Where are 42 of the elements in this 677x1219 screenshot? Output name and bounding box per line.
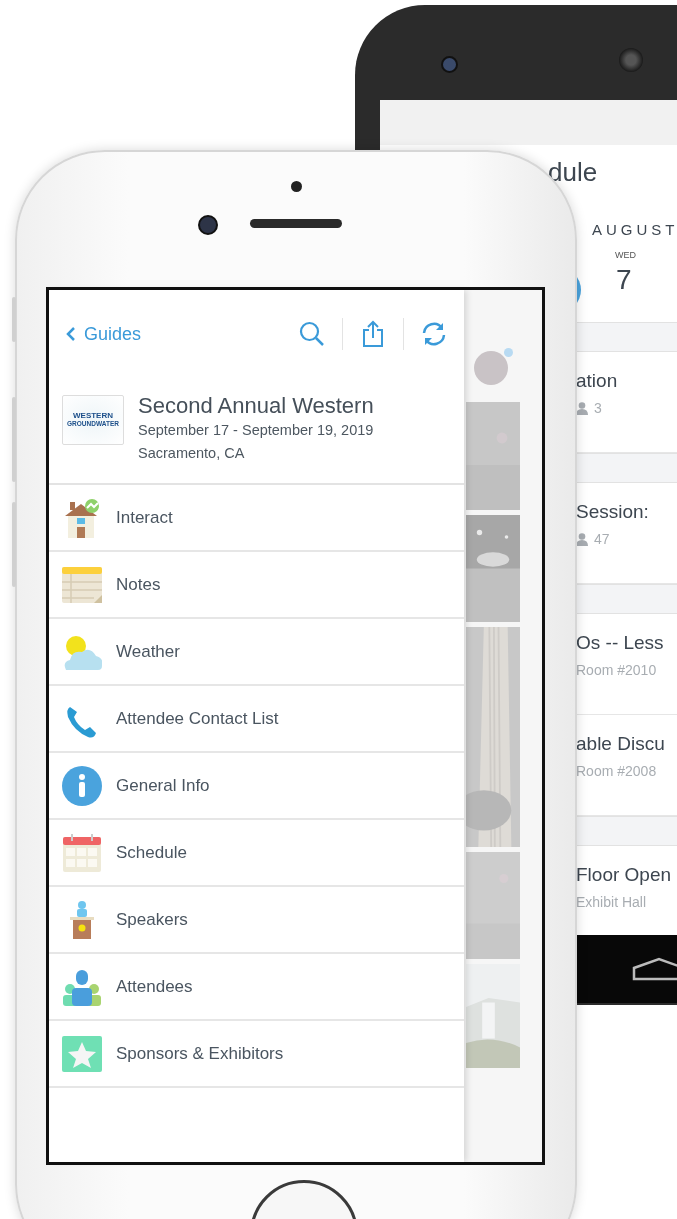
menu-item[interactable]: Notes xyxy=(49,552,464,619)
day-number[interactable]: 7 xyxy=(616,264,632,296)
month-label: AUGUST xyxy=(592,221,677,238)
notepad-icon xyxy=(62,564,102,605)
menu-item[interactable]: General Info xyxy=(49,753,464,820)
share-icon xyxy=(362,320,384,348)
screen-title: dule xyxy=(548,157,598,188)
session-location: Room #2010 xyxy=(576,662,657,678)
menu-item[interactable]: Speakers xyxy=(49,887,464,954)
session-title[interactable]: Floor Open xyxy=(576,864,677,886)
menu-item[interactable]: Sponsors & Exhibitors xyxy=(49,1021,464,1088)
search-icon xyxy=(299,321,325,347)
event-dates: September 17 - September 19, 2019 xyxy=(138,421,374,440)
menu-item[interactable]: Attendees xyxy=(49,954,464,1021)
calendar-icon xyxy=(62,832,102,873)
camera-icon xyxy=(198,215,218,235)
home-icon[interactable] xyxy=(632,957,677,981)
attendee-count: 47 xyxy=(594,531,610,547)
event-location: Sacramento, CA xyxy=(138,444,246,463)
info-icon xyxy=(62,765,102,806)
menu-item[interactable]: Weather xyxy=(49,619,464,686)
session-title[interactable]: Session: xyxy=(576,501,677,523)
attendee-count: 3 xyxy=(594,400,602,416)
status-dot xyxy=(504,348,513,357)
camera-icon xyxy=(441,56,458,73)
menu-item[interactable]: Interact xyxy=(49,485,464,552)
avatar-icon xyxy=(474,351,508,385)
sensor-icon xyxy=(291,181,302,192)
speaker-grille-icon xyxy=(619,48,643,72)
person-icon xyxy=(576,401,588,415)
session-title[interactable]: ation xyxy=(576,370,677,392)
menu-item[interactable]: Schedule xyxy=(49,820,464,887)
chevron-icon xyxy=(66,326,76,342)
session-title[interactable]: able Discu xyxy=(576,733,677,755)
refresh-icon xyxy=(421,321,447,347)
event-title: Second Annual Western xyxy=(138,393,374,419)
session-location: Exhibit Hall xyxy=(576,894,647,910)
session-title[interactable]: Os -- Less xyxy=(576,632,677,654)
speaker-icon xyxy=(250,219,342,228)
weekday-label: WED xyxy=(615,250,636,260)
session-location: Room #2008 xyxy=(576,763,657,779)
person-icon xyxy=(576,532,588,546)
